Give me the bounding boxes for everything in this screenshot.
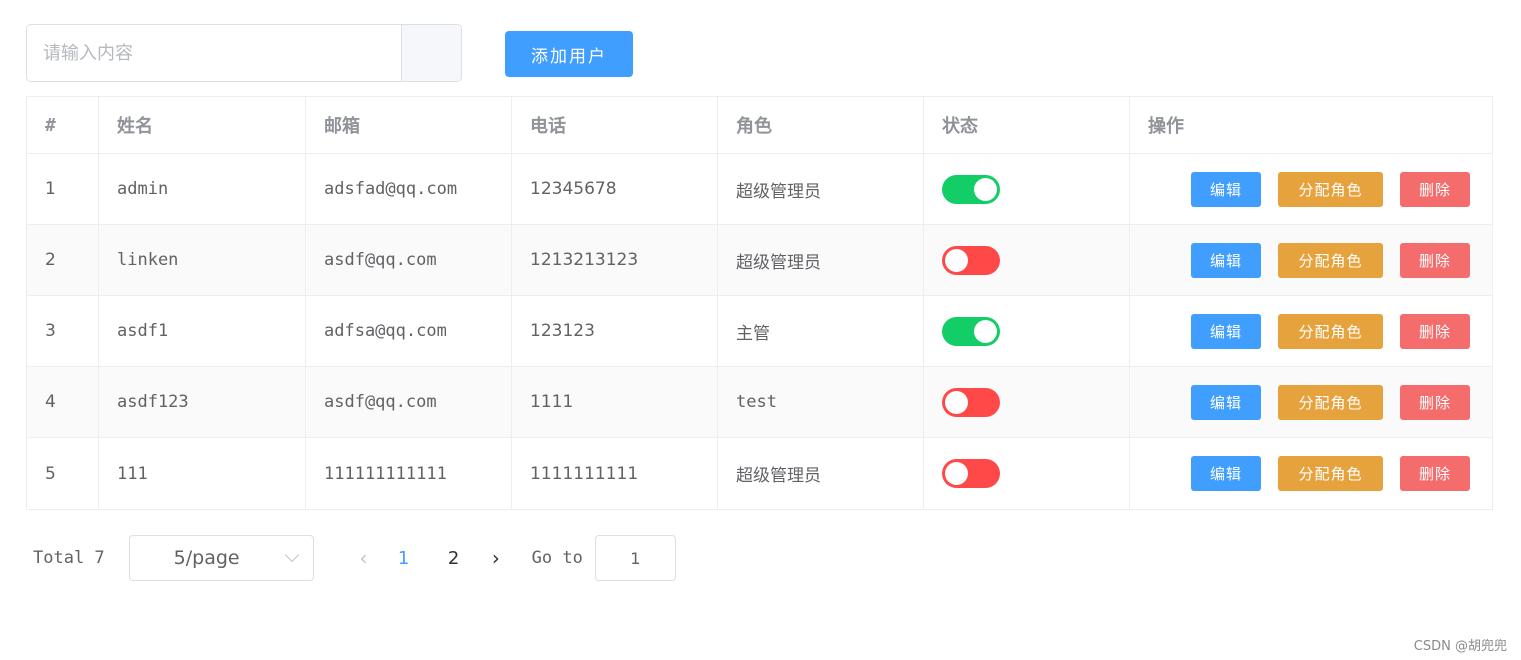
column-header-status: 状态 xyxy=(924,97,1130,153)
assign-role-button[interactable]: 分配角色 xyxy=(1278,456,1383,491)
table-row: 2 linken asdf@qq.com 1213213123 超级管理员 编辑 分配角色删… xyxy=(27,225,1492,296)
search-input[interactable] xyxy=(27,25,401,81)
delete-button[interactable]: 删除 xyxy=(1400,171,1470,207)
table-header: # 姓名 邮箱 电话 角色 状态 操作 xyxy=(27,97,1492,154)
cell-name: asdf123 xyxy=(99,367,306,437)
cell-status xyxy=(924,367,1130,437)
toggle-knob xyxy=(945,462,968,485)
add-user-button[interactable]: 添加用户 xyxy=(505,31,633,77)
page-size-value: 5/page xyxy=(173,547,240,569)
status-toggle[interactable] xyxy=(942,174,1000,204)
delete-button[interactable]: 删除 xyxy=(1400,384,1470,420)
cell-actions: 编辑 分配角色 删除 xyxy=(1130,438,1492,509)
page-size-select[interactable]: 5/page xyxy=(128,535,314,581)
assign-role-button[interactable]: 分配角色 xyxy=(1278,313,1383,349)
column-header-actions: 操作 xyxy=(1148,116,1184,137)
pagination: Total 7 5/page ‹ 1 2 › Go to xyxy=(33,535,676,581)
cell-role: 超级管理员 xyxy=(718,438,924,509)
edit-button[interactable]: 编辑 xyxy=(1191,313,1261,349)
cell-name: admin xyxy=(99,154,306,224)
cell-email: adsfad@qq.com xyxy=(306,154,512,224)
cell-name: 111 xyxy=(99,438,306,509)
cell-email: 111111111111 xyxy=(306,438,512,509)
cell-index: 5 xyxy=(27,438,99,509)
cell-phone: 1213213123 xyxy=(512,225,718,295)
table-row: 5 111 111111111111 1111111111 超级管理员 编辑 分配角色 删除 xyxy=(27,438,1492,509)
column-header-phone: 电话 xyxy=(512,97,718,153)
cell-email: asdf@qq.com xyxy=(306,225,512,295)
column-header-index: # xyxy=(27,97,99,153)
prev-page-icon[interactable]: ‹ xyxy=(354,546,374,570)
edit-button[interactable]: 编辑 xyxy=(1191,384,1261,420)
cell-phone: 123123 xyxy=(512,296,718,366)
cell-index: 2 xyxy=(27,225,99,295)
cell-phone: 12345678 xyxy=(512,154,718,224)
cell-status xyxy=(924,438,1130,509)
search-append-button[interactable] xyxy=(401,25,461,81)
status-toggle[interactable] xyxy=(942,387,1000,417)
delete-button[interactable]: 删除 xyxy=(1400,456,1470,491)
cell-actions: 编辑 分配角色 删除 xyxy=(1130,367,1492,437)
table-row: 1 admin adsfad@qq.com 12345678 超级管理员 编辑 分配角色 删除 xyxy=(27,154,1492,225)
status-toggle[interactable] xyxy=(942,245,1000,275)
goto-page-input[interactable] xyxy=(594,535,676,581)
cell-name: asdf1 xyxy=(99,296,306,366)
cell-role: 超级管理员 xyxy=(718,225,924,295)
delete-button[interactable]: 删除 xyxy=(1400,313,1470,349)
table-body: 1 admin adsfad@qq.com 12345678 超级管理员 编辑 分配角色 删除… xyxy=(27,154,1492,509)
pagination-total: Total 7 xyxy=(33,548,105,568)
toggle-knob xyxy=(945,390,968,414)
cell-phone: 1111111111 xyxy=(512,438,718,509)
cell-actions: 编辑 分配角色 删除 xyxy=(1130,154,1492,224)
table-row: 3 asdf1 adfsa@qq.com 123123 主管 编辑 分配角色 删除 xyxy=(27,296,1492,367)
assign-role-button[interactable]: 分配角色 xyxy=(1278,384,1383,420)
cell-role: 超级管理员 xyxy=(718,154,924,224)
toggle-knob xyxy=(974,319,997,343)
edit-button[interactable]: 编辑 xyxy=(1191,171,1261,207)
status-toggle[interactable] xyxy=(942,459,1000,488)
cell-actions: 编辑 分配角色 删除 xyxy=(1130,225,1492,295)
cell-status xyxy=(924,296,1130,366)
page-number-2[interactable]: 2 xyxy=(436,548,472,569)
cell-actions: 编辑 分配角色 删除 xyxy=(1130,296,1492,366)
chevron-down-icon xyxy=(284,547,299,563)
delete-button[interactable]: 删除 xyxy=(1400,242,1470,278)
cell-status xyxy=(924,225,1130,295)
watermark: CSDN @胡兜兜 xyxy=(1413,639,1507,654)
cell-index: 4 xyxy=(27,367,99,437)
cell-index: 1 xyxy=(27,154,99,224)
table-row: 4 asdf123 asdf@qq.com 1111 test 编辑 分配角色 删除 xyxy=(27,367,1492,438)
status-toggle[interactable] xyxy=(942,316,1000,346)
cell-status xyxy=(924,154,1130,224)
cell-name: linken xyxy=(99,225,306,295)
page-number-1[interactable]: 1 xyxy=(386,548,422,569)
toggle-knob xyxy=(974,177,997,201)
cell-phone: 1111 xyxy=(512,367,718,437)
cell-role: 主管 xyxy=(718,296,924,366)
search-group xyxy=(26,24,462,82)
edit-button[interactable]: 编辑 xyxy=(1191,242,1261,278)
goto-label: Go to xyxy=(531,548,583,568)
cell-index: 3 xyxy=(27,296,99,366)
column-header-email: 邮箱 xyxy=(306,97,512,153)
edit-button[interactable]: 编辑 xyxy=(1191,456,1261,491)
next-page-icon[interactable]: › xyxy=(486,546,506,570)
cell-role: test xyxy=(718,367,924,437)
toggle-knob xyxy=(945,248,968,272)
users-table: # 姓名 邮箱 电话 角色 状态 操作 1 admin adsfad@qq.com 1… xyxy=(26,96,1493,510)
cell-email: adfsa@qq.com xyxy=(306,296,512,366)
column-header-name: 姓名 xyxy=(99,97,306,153)
assign-role-button[interactable]: 分配角色 xyxy=(1278,242,1383,278)
column-header-role: 角色 xyxy=(718,97,924,153)
assign-role-button[interactable]: 分配角色 xyxy=(1278,171,1383,207)
cell-email: asdf@qq.com xyxy=(306,367,512,437)
